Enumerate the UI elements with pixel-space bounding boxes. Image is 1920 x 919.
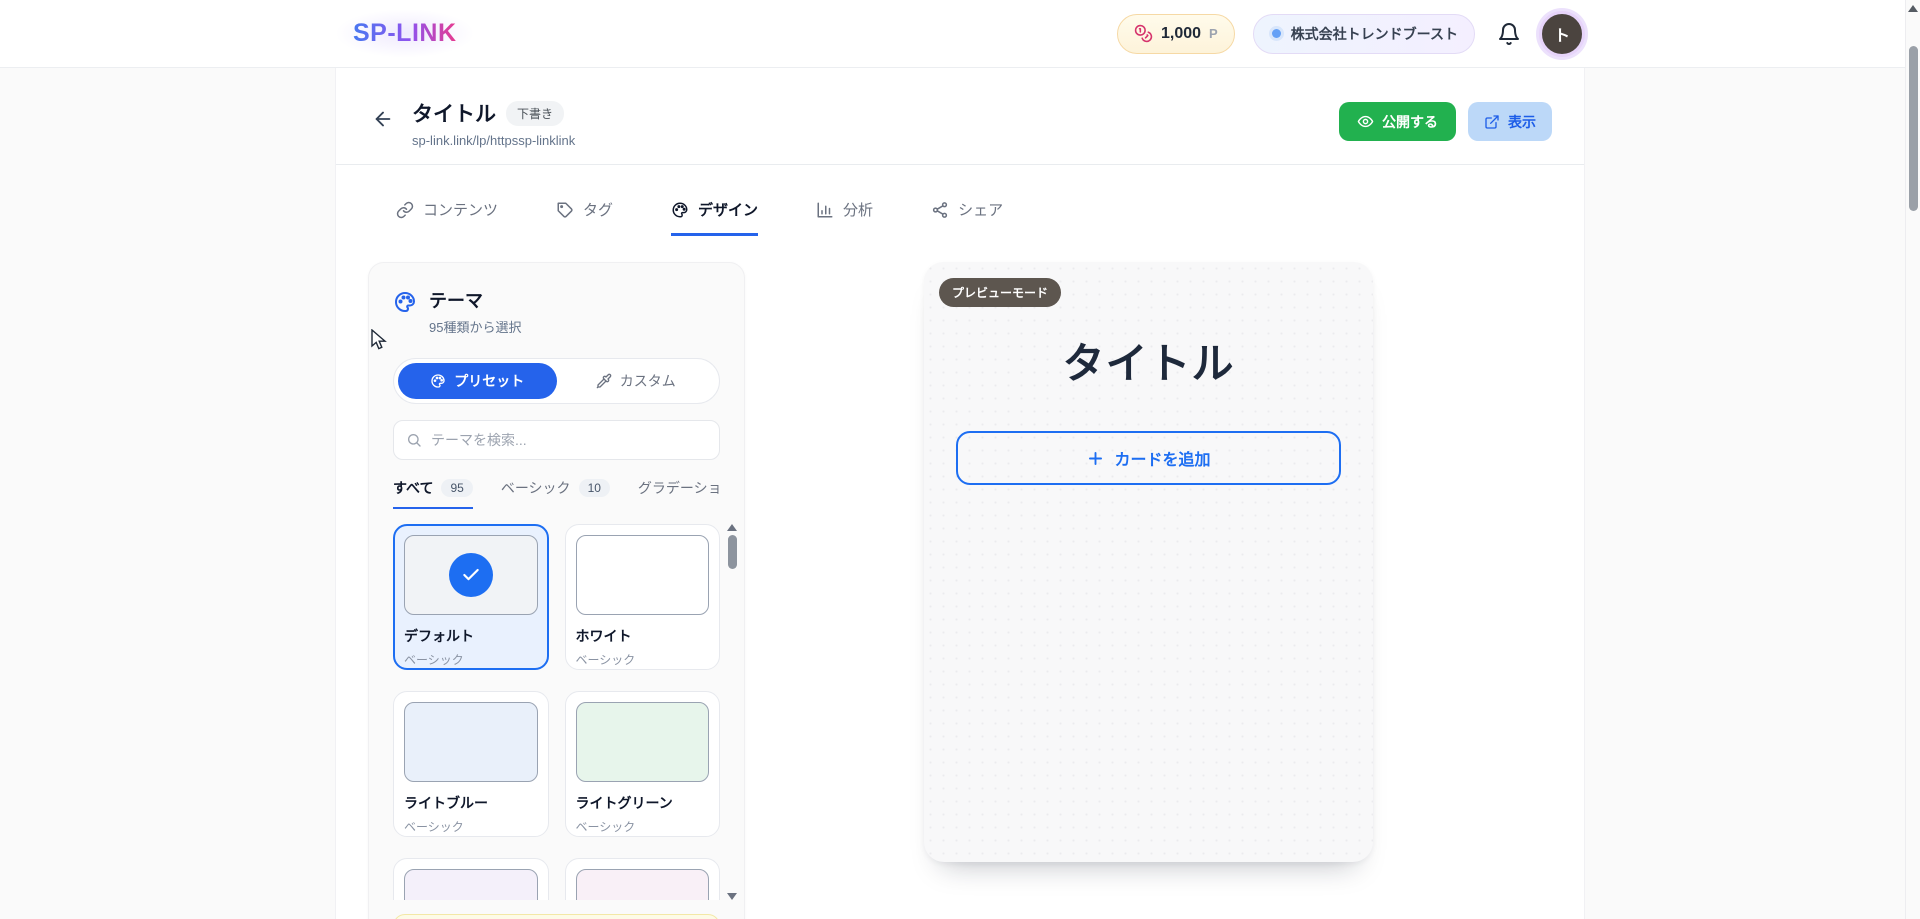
scrollbar-thumb[interactable] (728, 535, 737, 569)
theme-card[interactable] (565, 858, 721, 900)
chart-icon (816, 201, 834, 219)
theme-search[interactable] (393, 420, 720, 460)
tab-analytics[interactable]: 分析 (816, 199, 873, 236)
points-unit: P (1209, 26, 1218, 41)
theme-category: ベーシック (404, 818, 538, 835)
toggle-custom[interactable]: カスタム (557, 363, 716, 399)
theme-category: ベーシック (576, 651, 710, 668)
share-icon (931, 201, 949, 219)
external-link-icon (1484, 114, 1500, 130)
coins-icon (1134, 24, 1153, 43)
tab-bar: コンテンツ タグ デザイン 分析 シェア (336, 165, 1584, 236)
notifications-button[interactable] (1497, 22, 1521, 46)
theme-panel-subtitle: 95種類から選択 (429, 317, 521, 336)
page-scrollbar-thumb[interactable] (1909, 46, 1918, 211)
view-button[interactable]: 表示 (1468, 102, 1552, 141)
theme-category: ベーシック (404, 651, 538, 668)
scroll-up-arrow[interactable] (727, 524, 737, 531)
theme-grid-scrollbar[interactable] (726, 524, 738, 900)
filter-tab-basic[interactable]: ベーシック10 (501, 478, 610, 509)
plus-icon (1086, 449, 1105, 468)
preview-mode-badge: プレビューモード (939, 278, 1061, 307)
theme-panel: テーマ 95種類から選択 プリセットカスタム すべて95ベーシック10グラデーシ… (368, 262, 745, 919)
theme-swatch (576, 869, 710, 900)
app-logo[interactable]: SP-LINK (335, 9, 475, 58)
company-status-dot (1272, 29, 1281, 38)
theme-card[interactable]: ライトグリーンベーシック (565, 691, 721, 837)
tab-share[interactable]: シェア (931, 199, 1003, 236)
palette-icon (430, 373, 446, 389)
theme-swatch (576, 702, 710, 782)
theme-panel-title: テーマ (429, 287, 521, 313)
scroll-down-arrow[interactable] (727, 893, 737, 900)
selected-check-icon (449, 553, 493, 597)
page-scrollbar[interactable] (1905, 0, 1920, 919)
back-arrow-icon (372, 108, 394, 130)
theme-swatch (404, 869, 538, 900)
tab-design[interactable]: デザイン (671, 199, 758, 236)
theme-category: ベーシック (576, 818, 710, 835)
filter-count: 95 (441, 479, 472, 497)
filter-count: 10 (579, 479, 610, 497)
eye-icon (1357, 113, 1374, 130)
content-column: タイトル 下書き sp-link.link/lp/httpssp-linklin… (335, 68, 1585, 919)
preset-custom-toggle: プリセットカスタム (393, 358, 720, 404)
page-header: タイトル 下書き sp-link.link/lp/httpssp-linklin… (336, 68, 1584, 165)
theme-card[interactable]: デフォルトベーシック (393, 524, 549, 670)
link-icon (396, 201, 414, 219)
palette-icon (671, 201, 689, 219)
back-button[interactable] (368, 104, 398, 134)
theme-swatch (404, 535, 538, 615)
user-avatar[interactable]: ト (1539, 11, 1585, 57)
tab-tags[interactable]: タグ (556, 199, 613, 236)
theme-swatch (404, 702, 538, 782)
search-icon (406, 432, 422, 448)
theme-swatch (576, 535, 710, 615)
filter-tab-all[interactable]: すべて95 (393, 478, 473, 509)
toggle-preset[interactable]: プリセット (398, 363, 557, 399)
theme-search-input[interactable] (431, 432, 707, 448)
theme-name: ホワイト (576, 626, 710, 646)
points-badge[interactable]: 1,000 P (1117, 14, 1235, 54)
page-scroll-up-arrow[interactable] (1908, 5, 1918, 12)
theme-name: ライトブルー (404, 793, 538, 813)
company-name: 株式会社トレンドブースト (1291, 24, 1458, 44)
palette-icon (393, 290, 417, 314)
theme-filter-tabs: すべて95 ベーシック10 グラデーション (393, 478, 720, 509)
theme-name: デフォルト (404, 626, 538, 646)
publish-button[interactable]: 公開する (1339, 102, 1456, 141)
theme-card[interactable]: ライトブルーベーシック (393, 691, 549, 837)
company-badge[interactable]: 株式会社トレンドブースト (1253, 14, 1475, 54)
theme-card[interactable] (393, 858, 549, 900)
filter-tab-gradation[interactable]: グラデーション (638, 478, 720, 509)
page-title: タイトル (412, 98, 496, 128)
tag-icon (556, 201, 574, 219)
add-card-button[interactable]: カードを追加 (956, 431, 1341, 485)
bell-icon (1497, 22, 1521, 46)
eyedropper-icon (596, 373, 612, 389)
points-value: 1,000 (1161, 25, 1201, 43)
top-navbar: SP-LINK 1,000 P 株式会社トレンドブースト ト (0, 0, 1920, 68)
status-badge: 下書き (506, 101, 564, 126)
theme-name: ライトグリーン (576, 793, 710, 813)
notice-box (393, 914, 720, 919)
tab-contents[interactable]: コンテンツ (396, 199, 498, 236)
page-url: sp-link.link/lp/httpssp-linklink (412, 133, 575, 148)
theme-card[interactable]: ホワイトベーシック (565, 524, 721, 670)
theme-grid: デフォルトベーシックホワイトベーシックライトブルーベーシックライトグリーンベーシ… (393, 524, 720, 900)
preview-panel: プレビューモード タイトル カードを追加 (924, 262, 1373, 862)
